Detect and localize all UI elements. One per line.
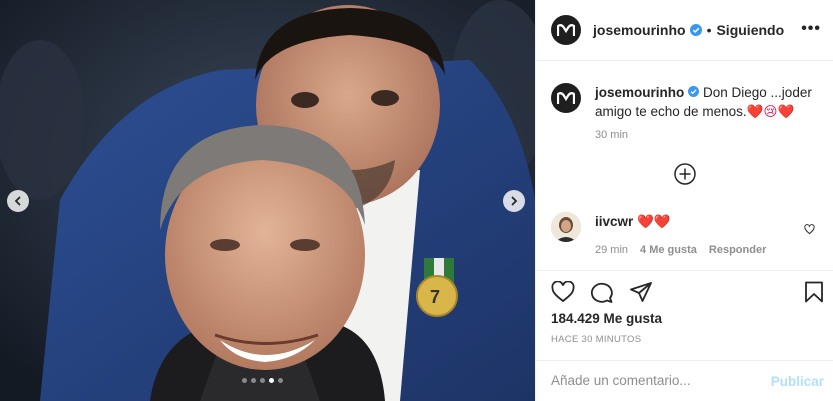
like-button[interactable] [551, 280, 575, 308]
comment-username[interactable]: iivcwr [595, 214, 633, 229]
brand-logo-icon [557, 24, 575, 36]
avatar[interactable] [551, 15, 581, 45]
caption-emoji: ❤️😢❤️ [746, 104, 795, 119]
header-username[interactable]: josemourinho [593, 22, 686, 38]
verified-icon [688, 86, 700, 97]
post-timestamp[interactable]: HACE 30 MINUTOS [551, 334, 641, 345]
likes-count[interactable]: 184.429 Me gusta [551, 311, 662, 326]
comment-button[interactable] [590, 281, 614, 308]
comment-like-button[interactable] [804, 222, 815, 240]
chevron-right-icon [511, 196, 518, 206]
comment-timestamp[interactable]: 29 min [595, 244, 628, 256]
svg-text:7: 7 [430, 287, 440, 307]
carousel-dot [260, 378, 265, 383]
comment-meta: 29 min 4 Me gusta Responder [595, 244, 823, 256]
header-separator: • [706, 22, 712, 38]
heart-outline-icon [804, 224, 815, 235]
action-buttons [551, 280, 653, 308]
previous-photo-button[interactable] [7, 190, 29, 212]
brand-logo-icon [557, 92, 575, 104]
avatar-image [551, 212, 581, 242]
carousel-indicator [242, 378, 283, 383]
comment-text: iivcwr ❤️❤️ [595, 212, 823, 230]
carousel-dot [242, 378, 247, 383]
save-button[interactable] [804, 281, 824, 308]
carousel-dot-active [269, 378, 274, 383]
comment-body: ❤️❤️ [633, 214, 671, 229]
carousel-dot [251, 378, 256, 383]
chevron-left-icon [14, 196, 21, 206]
comment-likes[interactable]: 4 Me gusta [640, 244, 697, 256]
post-photo[interactable]: 7 [0, 0, 535, 401]
verified-icon [689, 24, 702, 36]
carousel-dot [278, 378, 283, 383]
load-more-comments-button[interactable] [674, 163, 696, 185]
caption-timestamp[interactable]: 30 min [595, 129, 821, 141]
add-comment-bar: Publicar [536, 360, 833, 401]
caption-username[interactable]: josemourinho [595, 85, 684, 100]
reply-button[interactable]: Responder [709, 244, 766, 256]
more-options-button[interactable]: ••• [801, 20, 821, 38]
comment-item: iivcwr ❤️❤️ 29 min 4 Me gusta Responder [551, 212, 823, 256]
post-actions: 184.429 Me gusta HACE 30 MINUTOS Publica… [536, 270, 833, 401]
post-sidebar: josemourinho • Siguiendo ••• josemourinh… [535, 0, 833, 401]
bookmark-icon [805, 281, 823, 303]
post-image: 7 [0, 0, 535, 401]
heart-icon [551, 280, 575, 303]
speech-bubble-icon [590, 282, 613, 303]
post-caption: josemourinho Don Diego ...joder amigo te… [551, 83, 821, 141]
share-button[interactable] [629, 281, 653, 308]
next-photo-button[interactable] [503, 190, 525, 212]
caption-avatar[interactable] [551, 83, 581, 113]
comment-avatar[interactable] [551, 212, 581, 242]
publish-button[interactable]: Publicar [771, 374, 824, 389]
comment-input[interactable] [551, 373, 751, 388]
following-button[interactable]: Siguiendo [716, 22, 784, 38]
caption-text: josemourinho Don Diego ...joder amigo te… [595, 83, 821, 121]
post-header: josemourinho • Siguiendo ••• [536, 0, 833, 61]
plus-circle-icon [674, 163, 696, 185]
paper-plane-icon [630, 282, 652, 302]
